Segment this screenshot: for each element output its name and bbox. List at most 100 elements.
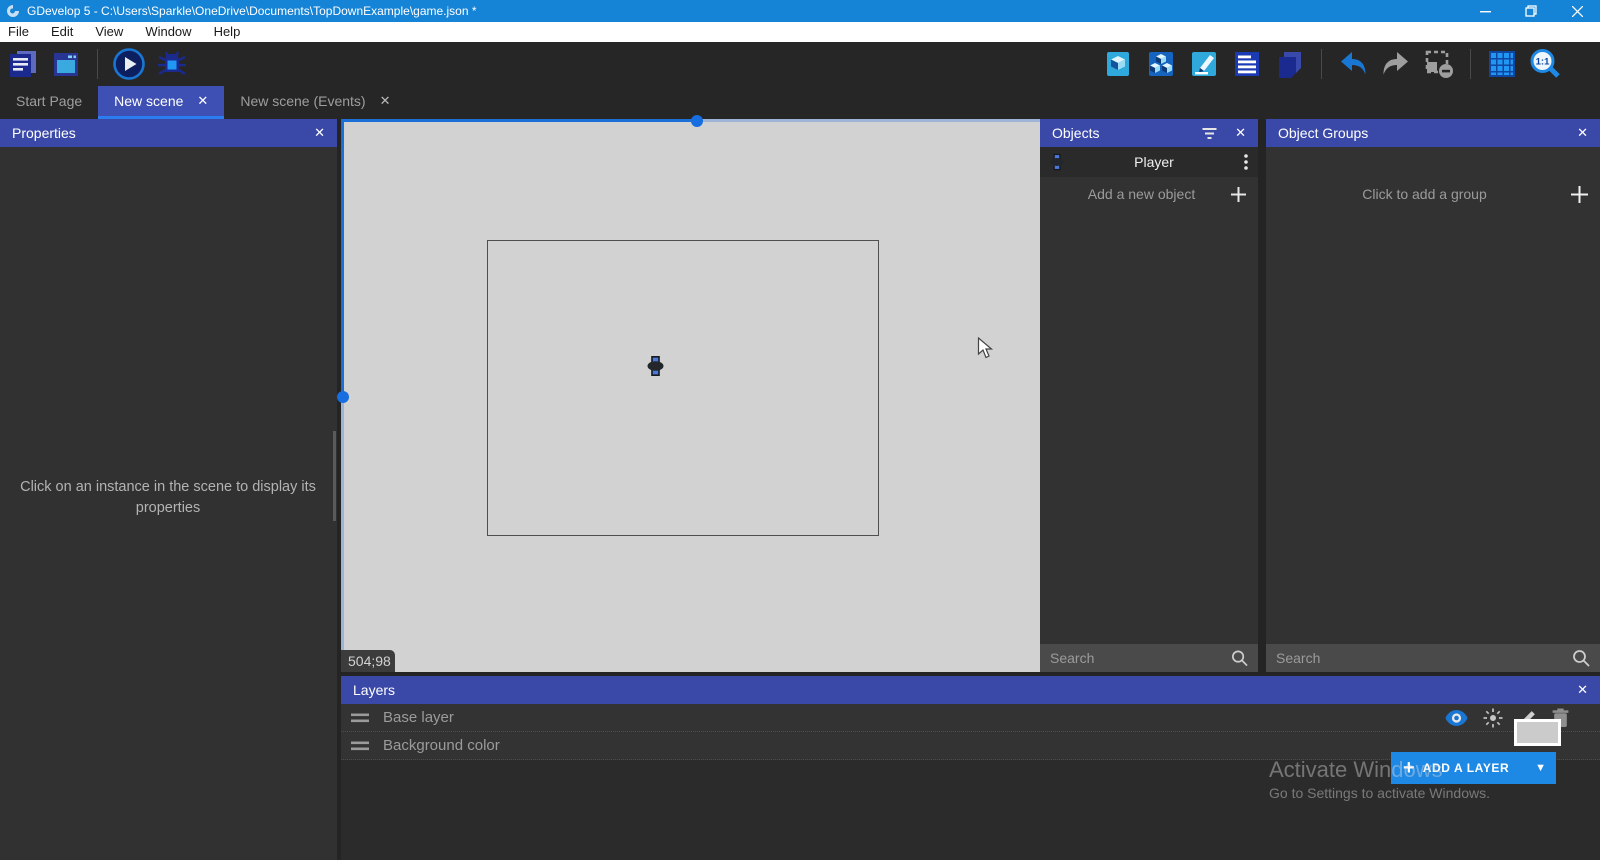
tab-close-icon[interactable]: ✕ (380, 93, 391, 109)
toolbar-separator (97, 49, 98, 79)
objects-close-icon[interactable]: ✕ (1235, 125, 1246, 141)
play-preview-button[interactable] (112, 45, 146, 83)
search-icon (1572, 649, 1590, 667)
toolbar-separator (1470, 49, 1471, 79)
plus-icon (1231, 187, 1246, 202)
properties-panel-header: Properties ✕ (0, 119, 337, 147)
drag-handle-icon[interactable] (351, 741, 369, 751)
toolbar-separator (1321, 49, 1322, 79)
open-properties-panel-button[interactable] (1187, 45, 1221, 83)
scene-window-icon (51, 49, 81, 79)
window-title: GDevelop 5 - C:\Users\Sparkle\OneDrive\D… (27, 0, 477, 22)
plus-icon (1571, 186, 1588, 203)
gdevelop-logo-icon (6, 4, 20, 18)
panel-resize-divider[interactable] (1258, 119, 1266, 672)
object-groups-panel-icon (1146, 49, 1176, 79)
menu-view[interactable]: View (84, 22, 134, 42)
chevron-down-icon[interactable]: ▼ (1535, 762, 1546, 774)
undo-button[interactable] (1336, 45, 1370, 83)
properties-scrollbar[interactable] (333, 431, 336, 521)
tab-new-scene-events[interactable]: New scene (Events) ✕ (224, 86, 406, 119)
project-manager-icon (8, 49, 38, 79)
clear-selection-icon (1424, 49, 1454, 79)
scene-canvas[interactable] (341, 119, 1040, 672)
mouse-cursor (977, 337, 994, 360)
cursor-coordinates-badge: 504;98 (341, 650, 395, 672)
player-instance[interactable] (647, 356, 664, 376)
svg-text:1:1: 1:1 (1536, 57, 1550, 68)
tab-close-icon[interactable]: ✕ (197, 93, 208, 109)
layers-close-icon[interactable]: ✕ (1577, 682, 1588, 698)
properties-panel: Properties ✕ Click on an instance in the… (0, 119, 337, 860)
properties-pencil-icon (1189, 49, 1219, 79)
plus-icon: + (1403, 753, 1415, 783)
add-group-label: Click to add a group (1278, 186, 1571, 202)
redo-icon (1381, 51, 1411, 77)
visibility-eye-icon[interactable] (1445, 710, 1468, 726)
player-object-thumbnail (1050, 153, 1064, 171)
add-a-layer-button[interactable]: + ADD A LAYER ▼ (1391, 752, 1556, 784)
object-groups-close-icon[interactable]: ✕ (1577, 125, 1588, 141)
add-a-layer-label: ADD A LAYER (1423, 761, 1510, 775)
open-project-manager-button[interactable] (6, 45, 40, 83)
vertical-scroll-line (341, 119, 344, 393)
vertical-scroll-thumb[interactable] (337, 391, 349, 403)
tab-label: New scene (Events) (240, 93, 365, 109)
tab-start-page[interactable]: Start Page (0, 86, 98, 119)
horizontal-scroll-thumb[interactable] (691, 115, 703, 127)
toolbar-left-group (6, 45, 189, 83)
menu-bar: File Edit View Window Help (0, 22, 1600, 42)
objects-panel-title: Objects (1052, 125, 1099, 141)
drag-handle-icon[interactable] (351, 713, 369, 723)
search-icon (1231, 649, 1248, 667)
menu-help[interactable]: Help (203, 22, 252, 42)
properties-close-icon[interactable]: ✕ (314, 125, 325, 141)
toggle-grid-button[interactable] (1485, 45, 1519, 83)
toolbar-right-group: 1:1 (1101, 42, 1562, 86)
objects-search-bar (1040, 644, 1258, 672)
zoom-original-button[interactable]: 1:1 (1528, 45, 1562, 83)
scene-editor-button[interactable] (49, 45, 83, 83)
close-button[interactable] (1554, 0, 1600, 22)
properties-panel-title: Properties (12, 125, 76, 141)
debug-button[interactable] (155, 45, 189, 83)
clear-selection-button[interactable] (1422, 45, 1456, 83)
undo-icon (1338, 51, 1368, 77)
minimize-button[interactable] (1462, 0, 1508, 22)
background-color-swatch[interactable] (1514, 719, 1561, 746)
title-bar: GDevelop 5 - C:\Users\Sparkle\OneDrive\D… (0, 0, 1600, 22)
object-list-item-player[interactable]: Player (1040, 147, 1258, 177)
object-name: Player (1064, 154, 1244, 170)
tab-label: New scene (114, 93, 183, 109)
redo-button[interactable] (1379, 45, 1413, 83)
add-new-object-button[interactable]: Add a new object (1040, 177, 1258, 211)
add-group-button[interactable]: Click to add a group (1266, 177, 1600, 211)
tab-new-scene[interactable]: New scene ✕ (98, 86, 224, 119)
open-objects-panel-button[interactable] (1101, 45, 1135, 83)
objects-panel-header: Objects ✕ (1040, 119, 1258, 147)
object-groups-search-input[interactable] (1276, 650, 1572, 666)
layer-row-base[interactable]: Base layer (341, 704, 1600, 732)
layer-effects-icon[interactable] (1483, 708, 1503, 728)
game-window-bounds (487, 240, 879, 536)
layer-name: Base layer (383, 709, 454, 726)
object-groups-panel-title: Object Groups (1278, 125, 1368, 141)
properties-empty-message: Click on an instance in the scene to dis… (18, 477, 318, 519)
menu-window[interactable]: Window (134, 22, 202, 42)
gdevelop-window: GDevelop 5 - C:\Users\Sparkle\OneDrive\D… (0, 0, 1600, 860)
layers-panel-icon (1275, 49, 1305, 79)
restore-button[interactable] (1508, 0, 1554, 22)
menu-edit[interactable]: Edit (40, 22, 84, 42)
objects-search-input[interactable] (1050, 650, 1231, 666)
open-instances-list-button[interactable] (1230, 45, 1264, 83)
filter-icon[interactable] (1202, 127, 1217, 139)
object-groups-panel-header: Object Groups ✕ (1266, 119, 1600, 147)
object-menu-icon[interactable] (1244, 154, 1248, 170)
open-object-groups-panel-button[interactable] (1144, 45, 1178, 83)
debugger-bug-icon (156, 48, 188, 80)
open-layers-panel-button[interactable] (1273, 45, 1307, 83)
vertical-scroll-line-rest (341, 403, 344, 672)
menu-file[interactable]: File (0, 22, 40, 42)
horizontal-scroll-line (341, 119, 693, 122)
horizontal-scroll-line-rest (693, 119, 1040, 122)
